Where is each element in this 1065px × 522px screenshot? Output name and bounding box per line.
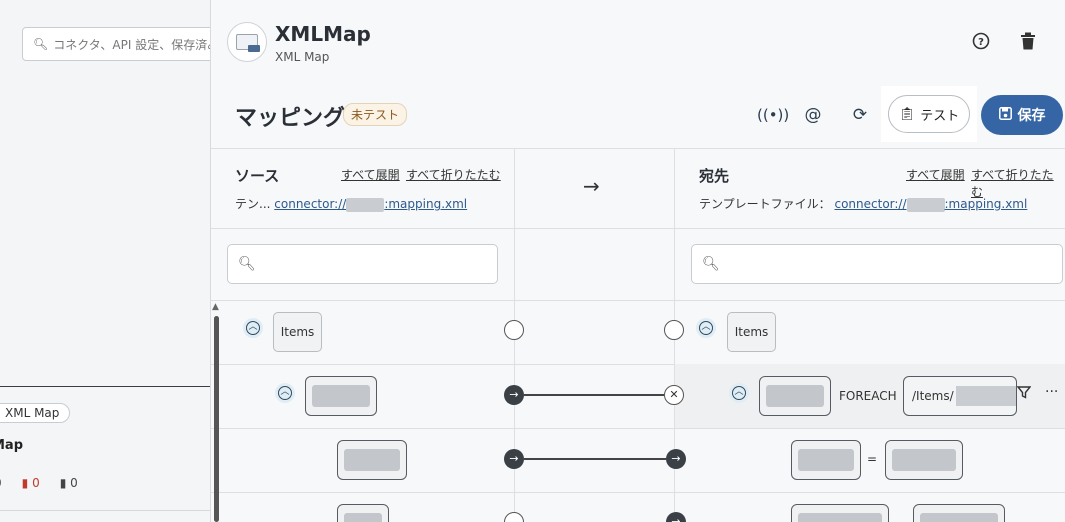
source-node[interactable] (337, 440, 407, 480)
foreach-path-input[interactable]: /Items/ (903, 376, 1017, 416)
destination-node-items[interactable]: Items (727, 312, 776, 352)
search-icon: 🔍︎ (33, 37, 49, 51)
source-expand-all[interactable]: すべて展開 (341, 166, 400, 183)
sidebar-search-input[interactable]: 🔍︎ コネクタ、API 設定、保存済み (22, 27, 222, 61)
mapping-line (524, 394, 664, 396)
refresh-icon[interactable]: ⟳ (849, 104, 871, 126)
sidebar-bottom-divider (0, 510, 210, 511)
foreach-label: FOREACH (839, 389, 897, 403)
clipboard-icon: 📋︎ (898, 106, 916, 122)
destination-node[interactable] (791, 504, 889, 522)
destination-node[interactable] (759, 376, 831, 416)
collapse-icon[interactable]: ︿ (243, 318, 263, 338)
source-title: ソース (235, 167, 280, 185)
app-title: XMLMap (275, 22, 371, 46)
source-template-path: テン... connector://:mapping.xml (235, 197, 468, 212)
sidebar-chip[interactable]: XML Map (0, 403, 71, 423)
count-file: ▮ 0 (59, 476, 78, 490)
signal-icon[interactable]: ((•)) (757, 104, 789, 126)
source-node[interactable] (305, 376, 377, 416)
search-icon: 🔍︎ (238, 256, 256, 272)
svg-text:?: ? (978, 37, 984, 48)
app-subtitle: XML Map (275, 50, 330, 64)
sidebar-item-title[interactable]: Map (0, 438, 23, 453)
source-node-items[interactable]: Items (273, 312, 322, 352)
divider (211, 428, 1065, 429)
scrollbar[interactable] (214, 316, 219, 522)
mapping-line (524, 458, 666, 460)
destination-title: 宛先 (699, 167, 730, 185)
collapse-icon[interactable]: ︿ (729, 383, 749, 403)
save-icon (998, 106, 1012, 124)
connector-point-filled[interactable]: → (666, 449, 686, 469)
source-template-link[interactable]: connector://:mapping.xml (274, 197, 467, 212)
sidebar-counts: 0 ▮ 0 ▮ 0 (0, 476, 78, 490)
equals-sign: = (867, 452, 878, 466)
mapping-arrow: → (583, 174, 600, 198)
more-icon[interactable]: ··· (1045, 384, 1058, 400)
divider (211, 300, 1065, 301)
sidebar-search-placeholder: コネクタ、API 設定、保存済み (53, 37, 220, 52)
status-badge: 未テスト (343, 103, 408, 126)
destination-value-node[interactable] (913, 504, 1005, 522)
app-logo (227, 22, 267, 62)
scroll-up-icon[interactable]: ▲ (212, 302, 219, 312)
connector-point-filled[interactable]: → (504, 385, 524, 405)
save-button-label: 保存 (1017, 108, 1046, 124)
collapse-icon[interactable]: ︿ (275, 383, 295, 403)
connector-point-filled[interactable]: → (666, 512, 686, 522)
help-icon[interactable]: ? (970, 32, 992, 54)
count-error: ▮ 0 (21, 476, 40, 490)
collapse-icon[interactable]: ︿ (696, 318, 716, 338)
connector-point[interactable] (504, 320, 524, 340)
source-node[interactable] (337, 504, 389, 522)
left-panel: 🔍︎ コネクタ、API 設定、保存済み XML Map Map 0 ▮ 0 ▮ … (0, 0, 222, 522)
destination-value-node[interactable] (885, 440, 963, 480)
destination-node[interactable] (791, 440, 861, 480)
save-button[interactable]: 保存 (981, 95, 1063, 135)
divider (211, 228, 1065, 229)
remove-mapping-icon[interactable]: ✕ (664, 385, 684, 405)
source-search-input[interactable]: 🔍︎ (227, 244, 498, 284)
connector-point[interactable] (664, 320, 684, 340)
destination-template-link[interactable]: connector://:mapping.xml (834, 197, 1027, 212)
destination-expand-all[interactable]: すべて展開 (906, 166, 965, 183)
connector-point-filled[interactable]: → (504, 449, 524, 469)
trash-icon[interactable] (1017, 32, 1039, 54)
divider (211, 492, 1065, 493)
mapping-panel: XMLMap XML Map ? マッピング 未テスト ((•)) @ ⟳ 📋︎… (210, 0, 1065, 522)
mapping-title: マッピング (235, 106, 346, 131)
source-collapse-all[interactable]: すべて折りたたむ (406, 166, 501, 183)
destination-template-path: テンプレートファイル： connector://:mapping.xml (699, 197, 1028, 212)
filter-icon[interactable] (1016, 386, 1032, 403)
connector-point[interactable] (504, 512, 524, 522)
test-button-label: テスト (920, 108, 960, 124)
divider (211, 148, 1065, 149)
sidebar-divider (0, 386, 210, 387)
at-icon[interactable]: @ (802, 104, 824, 126)
count-success: 0 (0, 476, 2, 490)
test-button[interactable]: 📋︎ テスト (888, 95, 970, 133)
destination-search-input[interactable]: 🔍︎ (691, 244, 1063, 284)
xml-file-icon (236, 34, 260, 52)
search-icon: 🔍︎ (702, 256, 720, 272)
